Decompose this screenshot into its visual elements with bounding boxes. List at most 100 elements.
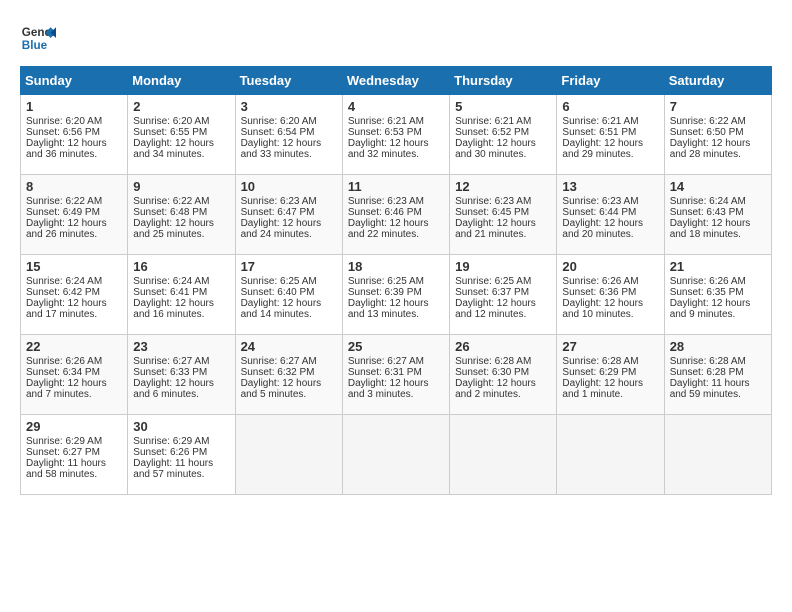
calendar-cell: 19 Sunrise: 6:25 AMSunset: 6:37 PMDayligh…: [450, 255, 557, 335]
day-number: 25: [348, 339, 444, 354]
sunrise-text: Sunrise: 6:21 AM: [562, 116, 638, 127]
day-number: 10: [241, 179, 337, 194]
sunset-text: Sunset: 6:43 PM: [670, 207, 744, 218]
day-number: 18: [348, 259, 444, 274]
calendar-week-3: 15Sunrise: 6:24 AMSunset: 6:42 PMDayligh…: [21, 255, 772, 335]
day-number: 4: [348, 99, 444, 114]
calendar-cell: 3Sunrise: 6:20 AMSunset: 6:54 PMDaylight…: [235, 95, 342, 175]
sunset-text: Sunset: 6:39 PM: [348, 287, 422, 298]
day-number: 27: [562, 339, 658, 354]
sunrise-text: Sunrise: 6:24 AM: [26, 276, 102, 287]
column-header-wednesday: Wednesday: [342, 67, 449, 95]
column-header-thursday: Thursday: [450, 67, 557, 95]
day-number: 26: [455, 339, 551, 354]
sunset-text: Sunset: 6:44 PM: [562, 207, 636, 218]
day-number: 21: [670, 259, 766, 274]
calendar-cell: 12Sunrise: 6:23 AMSunset: 6:45 PMDayligh…: [450, 175, 557, 255]
sunrise-text: Sunrise: 6:24 AM: [670, 196, 746, 207]
sunset-text: Sunset: 6:46 PM: [348, 207, 422, 218]
daylight-text: Daylight: 12 hours and 24 minutes.: [241, 218, 322, 240]
daylight-text: Daylight: 11 hours and 58 minutes.: [26, 458, 106, 480]
calendar-cell: 10Sunrise: 6:23 AMSunset: 6:47 PMDayligh…: [235, 175, 342, 255]
sunset-text: Sunset: 6:27 PM: [26, 447, 100, 458]
day-number: 9: [133, 179, 229, 194]
calendar-table: SundayMondayTuesdayWednesdayThursdayFrid…: [20, 66, 772, 495]
sunrise-text: Sunrise: 6:25 AM: [455, 276, 531, 287]
calendar-cell: 9Sunrise: 6:22 AMSunset: 6:48 PMDaylight…: [128, 175, 235, 255]
sunset-text: Sunset: 6:37 PM: [455, 287, 529, 298]
calendar-cell: 13Sunrise: 6:23 AMSunset: 6:44 PMDayligh…: [557, 175, 664, 255]
daylight-text: Daylight: 12 hours and 22 minutes.: [348, 218, 429, 240]
daylight-text: Daylight: 12 hours and 20 minutes.: [562, 218, 643, 240]
sunrise-text: Sunrise: 6:26 AM: [562, 276, 638, 287]
column-header-monday: Monday: [128, 67, 235, 95]
daylight-text: Daylight: 12 hours and 3 minutes.: [348, 378, 429, 400]
day-number: 29: [26, 419, 122, 434]
sunrise-text: Sunrise: 6:23 AM: [241, 196, 317, 207]
day-number: 5: [455, 99, 551, 114]
sunrise-text: Sunrise: 6:27 AM: [133, 356, 209, 367]
calendar-week-2: 8Sunrise: 6:22 AMSunset: 6:49 PMDaylight…: [21, 175, 772, 255]
calendar-week-5: 29Sunrise: 6:29 AMSunset: 6:27 PMDayligh…: [21, 415, 772, 495]
calendar-cell: 24Sunrise: 6:27 AMSunset: 6:32 PMDayligh…: [235, 335, 342, 415]
daylight-text: Daylight: 12 hours and 9 minutes.: [670, 298, 751, 320]
daylight-text: Daylight: 12 hours and 1 minute.: [562, 378, 643, 400]
day-number: 1: [26, 99, 122, 114]
sunrise-text: Sunrise: 6:29 AM: [133, 436, 209, 447]
sunset-text: Sunset: 6:31 PM: [348, 367, 422, 378]
sunrise-text: Sunrise: 6:28 AM: [562, 356, 638, 367]
calendar-week-1: 1Sunrise: 6:20 AMSunset: 6:56 PMDaylight…: [21, 95, 772, 175]
day-number: 17: [241, 259, 337, 274]
daylight-text: Daylight: 12 hours and 12 minutes.: [455, 298, 536, 320]
calendar-cell: 6Sunrise: 6:21 AMSunset: 6:51 PMDaylight…: [557, 95, 664, 175]
daylight-text: Daylight: 12 hours and 25 minutes.: [133, 218, 214, 240]
calendar-cell: 25 Sunrise: 6:27 AMSunset: 6:31 PMDayligh…: [342, 335, 449, 415]
sunrise-text: Sunrise: 6:28 AM: [670, 356, 746, 367]
day-number: 14: [670, 179, 766, 194]
sunrise-text: Sunrise: 6:27 AM: [241, 356, 317, 367]
sunset-text: Sunset: 6:54 PM: [241, 127, 315, 138]
svg-text:Blue: Blue: [22, 39, 48, 52]
sunset-text: Sunset: 6:34 PM: [26, 367, 100, 378]
calendar-cell: [557, 415, 664, 495]
daylight-text: Daylight: 11 hours and 59 minutes.: [670, 378, 750, 400]
calendar-cell: 27Sunrise: 6:28 AMSunset: 6:29 PMDayligh…: [557, 335, 664, 415]
day-number: 3: [241, 99, 337, 114]
column-header-saturday: Saturday: [664, 67, 771, 95]
sunrise-text: Sunrise: 6:29 AM: [26, 436, 102, 447]
column-headers: SundayMondayTuesdayWednesdayThursdayFrid…: [21, 67, 772, 95]
calendar-cell: [342, 415, 449, 495]
daylight-text: Daylight: 12 hours and 34 minutes.: [133, 138, 214, 160]
calendar-cell: 11Sunrise: 6:23 AMSunset: 6:46 PMDayligh…: [342, 175, 449, 255]
sunset-text: Sunset: 6:51 PM: [562, 127, 636, 138]
calendar-cell: 7Sunrise: 6:22 AMSunset: 6:50 PMDaylight…: [664, 95, 771, 175]
sunset-text: Sunset: 6:35 PM: [670, 287, 744, 298]
calendar-cell: 21Sunrise: 6:26 AMSunset: 6:35 PMDayligh…: [664, 255, 771, 335]
sunrise-text: Sunrise: 6:27 AM: [348, 356, 424, 367]
day-number: 30: [133, 419, 229, 434]
calendar-cell: 18Sunrise: 6:25 AMSunset: 6:39 PMDayligh…: [342, 255, 449, 335]
calendar-cell: 20Sunrise: 6:26 AMSunset: 6:36 PMDayligh…: [557, 255, 664, 335]
day-number: 8: [26, 179, 122, 194]
daylight-text: Daylight: 12 hours and 26 minutes.: [26, 218, 107, 240]
daylight-text: Daylight: 12 hours and 16 minutes.: [133, 298, 214, 320]
sunset-text: Sunset: 6:28 PM: [670, 367, 744, 378]
day-number: 7: [670, 99, 766, 114]
daylight-text: Daylight: 12 hours and 6 minutes.: [133, 378, 214, 400]
sunrise-text: Sunrise: 6:23 AM: [562, 196, 638, 207]
sunrise-text: Sunrise: 6:24 AM: [133, 276, 209, 287]
calendar-cell: 28Sunrise: 6:28 AMSunset: 6:28 PMDayligh…: [664, 335, 771, 415]
day-number: 24: [241, 339, 337, 354]
daylight-text: Daylight: 12 hours and 18 minutes.: [670, 218, 751, 240]
sunrise-text: Sunrise: 6:21 AM: [455, 116, 531, 127]
daylight-text: Daylight: 12 hours and 29 minutes.: [562, 138, 643, 160]
sunrise-text: Sunrise: 6:26 AM: [26, 356, 102, 367]
sunrise-text: Sunrise: 6:28 AM: [455, 356, 531, 367]
day-number: 19: [455, 259, 551, 274]
sunrise-text: Sunrise: 6:20 AM: [241, 116, 317, 127]
calendar-week-4: 22 Sunrise: 6:26 AMSunset: 6:34 PM Dayligh…: [21, 335, 772, 415]
daylight-text: Daylight: 12 hours and 2 minutes.: [455, 378, 536, 400]
day-number: 20: [562, 259, 658, 274]
day-number: 11: [348, 179, 444, 194]
day-number: 22: [26, 339, 122, 354]
